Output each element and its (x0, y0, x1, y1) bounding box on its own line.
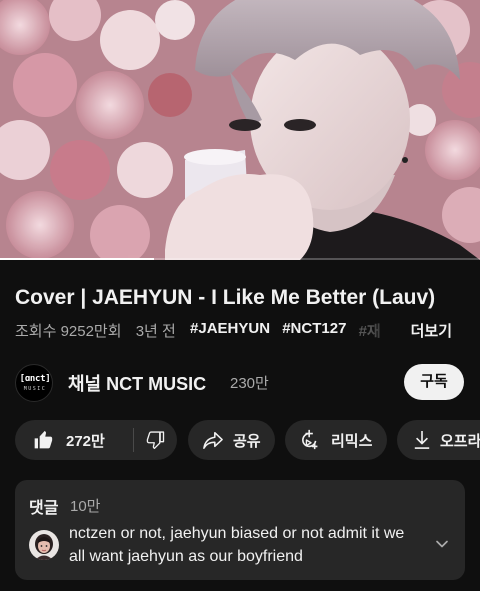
youtube-watch-page: Cover | JAEHYUN - I Like Me Better (Lauv… (0, 0, 480, 591)
thumbs-down-icon (146, 431, 164, 450)
download-icon (414, 431, 430, 449)
commenter-avatar[interactable] (29, 530, 59, 560)
like-dislike-pill: 272만 (15, 420, 177, 460)
like-button[interactable]: 272만 (15, 420, 133, 460)
video-frame (0, 0, 480, 260)
upload-age: 3년 전 (135, 323, 176, 340)
share-button[interactable]: 공유 (188, 420, 275, 460)
remix-label: 리믹스 (331, 432, 373, 450)
channel-logo-subtext: MUSIC (23, 386, 47, 392)
video-player[interactable] (0, 0, 480, 260)
chevron-down-icon[interactable] (435, 539, 449, 549)
hashtag-link[interactable]: #NCT127 (282, 320, 346, 337)
progress-bar[interactable] (0, 258, 480, 260)
remix-icon (302, 429, 318, 450)
top-comment-text: nctzen or not, jaehyun biased or not adm… (69, 525, 405, 565)
commenter-avatar-image (29, 530, 59, 560)
comments-title: 댓글 (29, 500, 59, 517)
remix-button[interactable]: 리믹스 (285, 420, 387, 460)
channel-logo-text: [ɑnct] (19, 374, 51, 384)
video-title: Cover | JAEHYUN - I Like Me Better (Lauv… (15, 286, 436, 309)
subscribe-button[interactable]: 구독 (404, 364, 464, 400)
offline-label: 오프라 (440, 432, 480, 450)
channel-name[interactable]: 채널 NCT MUSIC (68, 370, 206, 396)
share-label: 공유 (233, 432, 261, 450)
progress-bar-fill (0, 258, 154, 260)
view-count: 조회수 9252만회 (15, 323, 122, 340)
offline-save-button[interactable]: 오프라 (397, 420, 480, 460)
comments-card[interactable]: 댓글 10만 nctzen or not, jaehyun biased or … (15, 480, 465, 580)
channel-avatar[interactable]: [ɑnct] MUSIC (15, 364, 53, 402)
subscriber-count: 230만 (230, 375, 269, 392)
dislike-button[interactable] (134, 420, 177, 460)
like-count: 272만 (66, 432, 105, 450)
thumbs-up-icon (34, 430, 53, 449)
hashtag-link[interactable]: #JAEHYUN (190, 320, 270, 337)
comments-count: 10만 (70, 498, 101, 515)
video-meta-line[interactable]: 조회수 9252만회 3년 전 #JAEHYUN #NCT127 #재 더보기 (15, 320, 475, 342)
share-icon (203, 431, 223, 449)
more-button[interactable]: 더보기 (404, 320, 452, 341)
text-fade (370, 320, 400, 342)
